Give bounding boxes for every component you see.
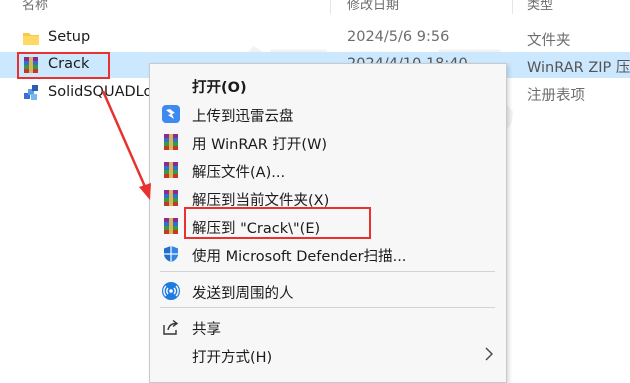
menu-item-label: 发送到周围的人 (192, 286, 294, 302)
thunder-cloud-icon (162, 105, 180, 123)
file-type: 文件夹 (527, 33, 571, 49)
menu-item-upload-thunder[interactable]: 上传到迅雷云盘 (150, 100, 506, 128)
column-separator[interactable] (512, 0, 513, 14)
menu-item-label: 使用 Microsoft Defender扫描... (192, 249, 407, 265)
chevron-right-icon (485, 347, 493, 361)
defender-shield-icon (164, 246, 178, 262)
menu-item-extract-files[interactable]: 解压文件(A)... (150, 156, 506, 184)
menu-item-open[interactable]: 打开(O) (150, 71, 506, 99)
registry-file-icon (24, 85, 38, 100)
menu-item-label: 打开方式(H) (192, 350, 273, 366)
share-icon (163, 319, 179, 335)
menu-item-label: 共享 (192, 322, 221, 338)
file-name: Setup (48, 29, 91, 45)
file-type: 注册表项 (527, 88, 585, 104)
menu-item-defender-scan[interactable]: 使用 Microsoft Defender扫描... (150, 240, 506, 268)
column-type[interactable]: 类型 (527, 0, 553, 13)
column-date[interactable]: 修改日期 (347, 0, 399, 13)
menu-separator (160, 307, 495, 308)
highlight-box-extract-to (184, 207, 371, 239)
winrar-icon (164, 190, 178, 206)
winrar-icon (164, 218, 178, 234)
nearby-share-icon (162, 282, 180, 300)
file-date: 2024/5/6 9:56 (347, 29, 450, 45)
menu-item-label: 解压文件(A)... (192, 165, 286, 181)
column-separator[interactable] (330, 0, 331, 14)
menu-item-label: 打开(O) (192, 80, 247, 96)
winrar-icon (164, 134, 178, 150)
menu-separator (160, 271, 495, 272)
menu-item-open-with-winrar[interactable]: 用 WinRAR 打开(W) (150, 128, 506, 156)
column-header: 名称 修改日期 类型 (0, 0, 630, 14)
menu-item-label: 用 WinRAR 打开(W) (192, 137, 328, 153)
menu-item-open-with[interactable]: 打开方式(H) (150, 341, 506, 369)
column-name[interactable]: 名称 (22, 0, 48, 13)
menu-item-share[interactable]: 共享 (150, 313, 506, 341)
menu-item-label: 上传到迅雷云盘 (192, 109, 294, 125)
highlight-box-crack (17, 52, 110, 79)
file-type: WinRAR ZIP 压 (527, 60, 630, 76)
menu-item-nearby-share[interactable]: 发送到周围的人 (150, 277, 506, 305)
file-row-setup[interactable]: Setup 2024/5/6 9:56 文件夹 (0, 25, 630, 51)
winrar-icon (164, 162, 178, 178)
file-name: SolidSQUADLoaderEnabler.reg (48, 84, 150, 100)
folder-icon (23, 33, 39, 45)
